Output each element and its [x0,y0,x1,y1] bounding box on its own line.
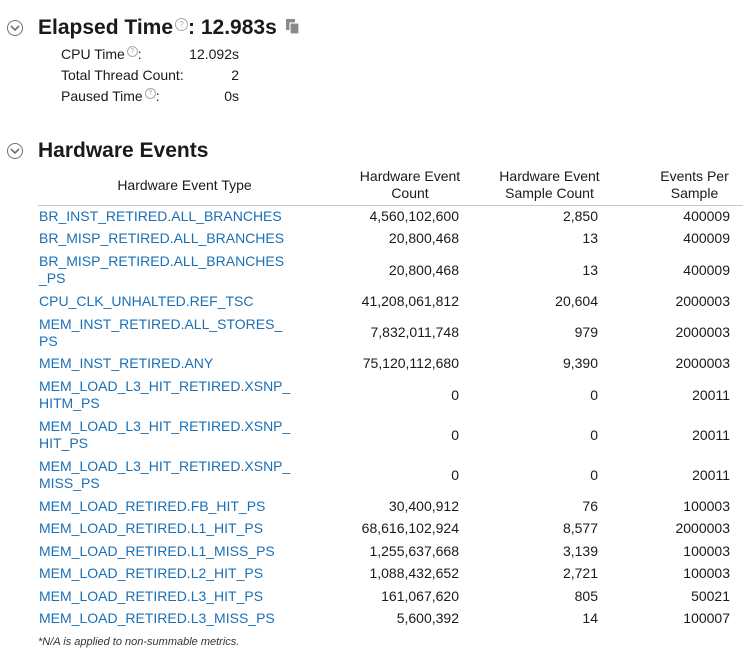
events-per-sample-cell: 2000003 [675,324,730,340]
event-type-link[interactable]: MEM_INST_RETIRED.ALL_STORES_ PS [38,313,331,353]
sample-count-cell: 0 [590,386,598,403]
event-count-cell: 20,800,468 [388,230,459,247]
events-per-sample-cell: 20011 [692,386,730,403]
event-type-link[interactable]: MEM_LOAD_L3_HIT_RETIRED.XSNP_ HITM_PS [38,375,331,415]
events-per-sample-cell: 100003 [683,565,730,582]
footnote: *N/A is applied to non-summable metrics. [38,636,240,648]
copy-icon[interactable] [285,18,301,41]
event-count-cell: 5,600,392 [396,610,459,627]
event-count-cell: 0 [451,466,459,483]
sample-count-cell: 2,721 [562,565,598,582]
sample-count-cell: 14 [582,610,598,627]
sample-count-cell: 0 [590,426,598,443]
help-icon[interactable]: ? [144,88,156,99]
table-row[interactable]: MEM_LOAD_RETIRED.L1_HIT_PS 68,616,102,924… [38,518,743,541]
event-type-link[interactable]: MEM_LOAD_RETIRED.L2_HIT_PS [38,563,331,586]
events-per-sample-cell: 2000003 [675,355,730,372]
hardware-events-table-body: BR_INST_RETIRED.ALL_BRANCHES 4,560,102,60… [38,205,743,630]
events-per-sample-cell: 2000003 [675,292,730,309]
table-row[interactable]: BR_MISP_RETIRED.ALL_BRANCHES 20,800,468 13… [38,228,743,251]
collapse-hardware-events-icon[interactable] [7,143,23,159]
table-row[interactable]: MEM_LOAD_RETIRED.L3_MISS_PS 5,600,392 14 10… [38,608,743,631]
help-icon[interactable]: ? [126,46,138,57]
paused-time-value: 0s [224,88,239,104]
event-count-cell: 75,120,112,680 [362,355,459,372]
hardware-events-table: Hardware Event Type Hardware Event Count… [38,166,743,630]
events-per-sample-cell: 100003 [683,497,730,514]
sample-count-cell: 2,850 [562,208,598,224]
sample-count-cell: 8,577 [562,520,598,537]
sample-count-cell: 13 [582,230,598,247]
event-type-link[interactable]: BR_MISP_RETIRED.ALL_BRANCHES [38,228,331,251]
event-count-cell: 4,560,102,600 [369,208,459,224]
events-per-sample-cell: 2000003 [675,520,730,537]
table-header-row: Hardware Event Type Hardware Event Count… [38,166,743,206]
total-thread-count-value: 2 [231,67,239,83]
event-type-link[interactable]: MEM_LOAD_RETIRED.L3_HIT_PS [38,585,331,608]
event-type-link[interactable]: BR_MISP_RETIRED.ALL_BRANCHES _PS [38,250,331,290]
events-per-sample-cell: 400009 [683,230,730,247]
elapsed-time-value: : 12.983s [188,16,277,39]
event-count-cell: 7,832,011,748 [370,324,460,340]
column-header-event-type[interactable]: Hardware Event Type [38,166,331,206]
event-type-link[interactable]: MEM_LOAD_RETIRED.L1_MISS_PS [38,540,331,563]
sample-count-cell: 3,139 [562,542,598,559]
event-type-link[interactable]: MEM_LOAD_RETIRED.FB_HIT_PS [38,495,331,518]
sample-count-cell: 76 [582,497,598,514]
event-type-link[interactable]: MEM_LOAD_RETIRED.L3_MISS_PS [38,608,331,631]
event-count-cell: 1,088,432,652 [369,565,459,582]
collapse-elapsed-time-icon[interactable] [7,20,23,36]
event-count-cell: 68,616,102,924 [361,520,459,537]
event-type-link[interactable]: MEM_LOAD_L3_HIT_RETIRED.XSNP_ MISS_PS [38,455,331,495]
event-count-cell: 161,067,620 [381,587,459,604]
sample-count-cell: 805 [574,587,598,604]
events-per-sample-cell: 100003 [683,542,730,559]
event-count-cell: 30,400,912 [388,497,459,514]
help-icon[interactable]: ? [175,18,189,31]
table-row[interactable]: BR_INST_RETIRED.ALL_BRANCHES 4,560,102,60… [38,205,743,228]
elapsed-time-title: Elapsed Time [38,16,174,39]
hardware-events-title: Hardware Events [38,139,209,162]
table-row[interactable]: CPU_CLK_UNHALTED.REF_TSC 41,208,061,812 20… [38,290,743,313]
sample-count-cell: 9,390 [562,355,598,372]
paused-time-label: Paused Time?: [61,88,160,104]
column-header-events-per-sample[interactable]: Events Per Sample [610,166,743,206]
table-row[interactable]: BR_MISP_RETIRED.ALL_BRANCHES _PS 20,800,4… [38,250,743,290]
column-header-sample-count[interactable]: Hardware Event Sample Count [471,166,610,206]
sample-count-cell: 13 [582,261,598,278]
table-row[interactable]: MEM_INST_RETIRED.ANY 75,120,112,680 9,390 2… [38,353,743,376]
event-count-cell: 0 [451,426,459,443]
cpu-time-value: 12.092s [189,46,239,62]
table-row[interactable]: MEM_LOAD_RETIRED.L1_MISS_PS 1,255,637,668… [38,540,743,563]
event-type-link[interactable]: CPU_CLK_UNHALTED.REF_TSC [38,290,331,313]
cpu-time-label: CPU Time?: [61,46,142,62]
event-count-cell: 1,255,637,668 [369,542,459,559]
event-type-link[interactable]: MEM_LOAD_L3_HIT_RETIRED.XSNP_ HIT_PS [38,415,331,455]
table-row[interactable]: MEM_INST_RETIRED.ALL_STORES_ PS 7,832,011… [38,313,743,353]
events-per-sample-cell: 400009 [683,261,730,278]
event-type-link[interactable]: BR_INST_RETIRED.ALL_BRANCHES [38,205,331,228]
events-per-sample-cell: 400009 [683,208,730,224]
event-type-link[interactable]: MEM_LOAD_RETIRED.L1_HIT_PS [38,518,331,541]
sample-count-cell: 0 [590,466,598,483]
sample-count-cell: 20,604 [555,292,598,309]
sample-count-cell: 979 [574,324,598,340]
events-per-sample-cell: 20011 [692,466,730,483]
events-per-sample-cell: 20011 [692,426,730,443]
table-row[interactable]: MEM_LOAD_RETIRED.L2_HIT_PS 1,088,432,652 2… [38,563,743,586]
event-count-cell: 0 [451,386,459,403]
table-row[interactable]: MEM_LOAD_L3_HIT_RETIRED.XSNP_ HIT_PS 0 0 20… [38,415,743,455]
events-per-sample-cell: 50021 [691,587,730,604]
table-row[interactable]: MEM_LOAD_L3_HIT_RETIRED.XSNP_ HITM_PS 0 0 2… [38,375,743,415]
events-per-sample-cell: 100007 [683,610,730,627]
event-count-cell: 20,800,468 [388,261,459,278]
elapsed-time-heading: Elapsed Time?: 12.983s [38,16,277,40]
table-row[interactable]: MEM_LOAD_RETIRED.L3_HIT_PS 161,067,620 805… [38,585,743,608]
event-count-cell: 41,208,061,812 [361,292,459,309]
event-type-link[interactable]: MEM_INST_RETIRED.ANY [38,353,331,376]
table-row[interactable]: MEM_LOAD_RETIRED.FB_HIT_PS 30,400,912 76 10… [38,495,743,518]
table-row[interactable]: MEM_LOAD_L3_HIT_RETIRED.XSNP_ MISS_PS 0 0 2… [38,455,743,495]
column-header-event-count[interactable]: Hardware Event Count [331,166,471,206]
